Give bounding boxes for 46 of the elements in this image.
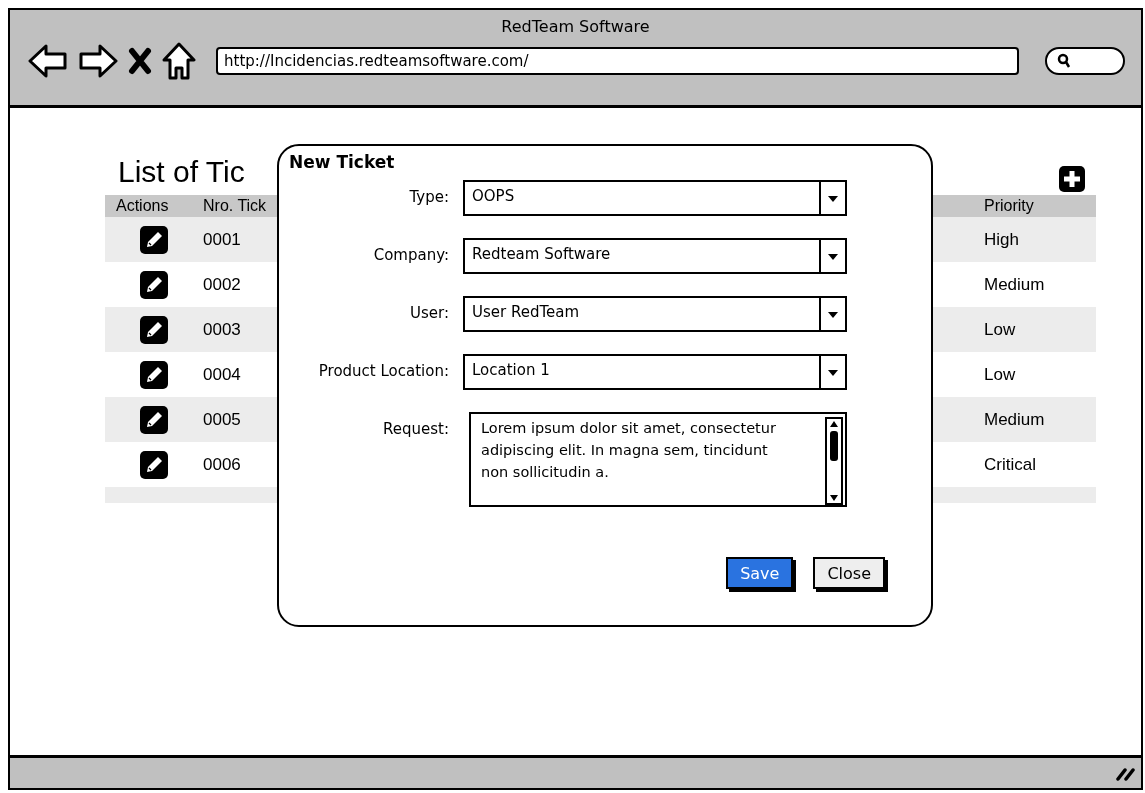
search-icon bbox=[1057, 53, 1071, 69]
edit-icon[interactable] bbox=[139, 359, 169, 390]
search-field[interactable] bbox=[1045, 47, 1125, 75]
edit-icon[interactable] bbox=[139, 224, 169, 255]
column-header: Priority bbox=[983, 197, 1034, 215]
column-header: Nro. Tick bbox=[203, 197, 267, 215]
address-field[interactable]: http://Incidencias.redteamsoftware.com/ bbox=[216, 47, 1019, 75]
field-label: User: bbox=[409, 303, 449, 324]
table-cell-text: 0006 bbox=[203, 454, 241, 475]
back-icon[interactable] bbox=[28, 43, 68, 79]
window-title: RedTeam Software bbox=[501, 17, 650, 36]
field-label: Company: bbox=[372, 245, 449, 266]
table-cell-text: 0001 bbox=[203, 229, 241, 250]
dialog-button[interactable]: Close bbox=[813, 557, 885, 589]
table-cell-text: Critical bbox=[983, 454, 1036, 475]
table-cell-text: 0002 bbox=[203, 274, 241, 295]
forward-icon[interactable] bbox=[78, 43, 118, 79]
text-area[interactable]: Lorem ipsum dolor sit amet, consectetur adipiscing elit. In magna sem, tincidunt non sollicitudin a. bbox=[469, 412, 847, 507]
table-cell-text: Low bbox=[983, 319, 1016, 340]
page-title: List of Tic bbox=[118, 155, 245, 189]
home-icon[interactable] bbox=[162, 42, 196, 80]
table-cell-text: 0004 bbox=[203, 364, 241, 385]
dropdown[interactable]: Location 1 bbox=[463, 354, 847, 390]
edit-icon[interactable] bbox=[139, 404, 169, 435]
add-icon[interactable] bbox=[1058, 165, 1086, 193]
scrollbar[interactable] bbox=[825, 417, 843, 505]
edit-icon[interactable] bbox=[139, 314, 169, 345]
table-cell-text: Medium bbox=[983, 409, 1045, 430]
edit-icon[interactable] bbox=[139, 269, 169, 300]
dialog-title: New Ticket bbox=[289, 152, 395, 172]
table-cell-text: Low bbox=[983, 364, 1016, 385]
table-cell-text: High bbox=[983, 229, 1019, 250]
table-cell-text: 0005 bbox=[203, 409, 241, 430]
dropdown[interactable]: OOPS bbox=[463, 180, 847, 216]
column-header: Actions bbox=[115, 197, 169, 215]
dropdown[interactable]: Redteam Software bbox=[463, 238, 847, 274]
edit-icon[interactable] bbox=[139, 449, 169, 480]
table-cell-text: Medium bbox=[983, 274, 1045, 295]
field-label: Request: bbox=[382, 419, 449, 440]
field-label: Type: bbox=[408, 187, 449, 208]
resize-grip-icon[interactable] bbox=[1115, 765, 1137, 781]
table-cell-text: 0003 bbox=[203, 319, 241, 340]
field-label: Product Location: bbox=[317, 361, 449, 382]
close-icon[interactable] bbox=[128, 47, 152, 75]
dropdown[interactable]: User RedTeam bbox=[463, 296, 847, 332]
dialog-button[interactable]: Save bbox=[726, 557, 794, 589]
